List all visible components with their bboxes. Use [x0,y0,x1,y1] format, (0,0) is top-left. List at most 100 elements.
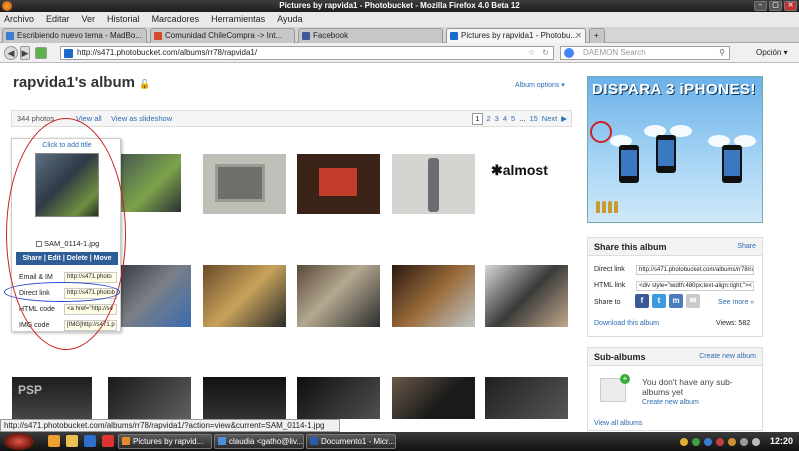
forward-button[interactable]: ▶ [20,46,30,60]
share-link[interactable]: Share [737,238,756,256]
facebook-icon [302,32,310,40]
tab-madboxpc[interactable]: Escribiendo nuevo tema - MadBo... [2,28,147,43]
next-page-link[interactable]: Next [542,111,557,126]
photo-thumbnail-psp-back[interactable] [485,377,568,419]
taskbar-item-firefox[interactable]: Pictures by rapvid... [118,434,212,449]
create-album-link[interactable]: Create new album [699,348,756,366]
page-link[interactable]: 5 [511,111,515,126]
close-button[interactable]: ✕ [784,1,797,11]
menu-historial[interactable]: Historial [107,12,140,27]
photo-thumbnail-tv-red-screen[interactable] [297,154,380,214]
subalbums-box: Sub-albums Create new album + You don't … [587,347,763,431]
photo-thumbnail-crt-monitor[interactable] [203,154,286,214]
network-icon[interactable] [740,438,748,446]
reload-icon[interactable]: ↻ [542,47,549,59]
share-to-label: Share to [594,299,621,306]
myspace-share-icon[interactable]: m [669,294,683,308]
photo-thumbnail-psp-screen[interactable] [297,377,380,419]
subalbums-heading: Sub-albums Create new album [588,348,762,366]
create-new-album-link[interactable]: Create new album [642,399,699,406]
menu-archivo[interactable]: Archivo [4,12,34,27]
bookmark-star-icon[interactable]: ☆ [528,47,535,59]
twitter-share-icon[interactable]: t [652,294,666,308]
lock-icon[interactable]: 🔓 [139,79,150,89]
page-link[interactable]: 2 [487,111,491,126]
bullet-icon [602,201,606,213]
advertisement-banner[interactable]: DISPARA 3 iPHONES! [587,76,763,223]
photobucket-icon [450,32,458,40]
signal-icon[interactable] [35,47,47,59]
taskbar-item-label: Pictures by rapvid... [133,437,204,446]
photo-thumbnail-remote-control[interactable] [392,154,475,214]
options-menu-button[interactable]: Opción ▾ [756,46,788,60]
firefox-icon [122,437,130,445]
ie-quicklaunch-icon[interactable] [84,435,96,447]
see-more-link[interactable]: See more » [718,299,754,306]
direct-link-field[interactable]: http://s471.photobucket.com/albums/rr78/… [636,265,754,275]
tray-icon[interactable] [692,438,700,446]
url-text: http://s471.photobucket.com/albums/rr78/… [77,48,258,57]
media-quicklaunch-icon[interactable] [102,435,114,447]
start-button[interactable] [4,433,34,450]
download-album-link[interactable]: Download this album [594,320,659,327]
tray-icon[interactable] [704,438,712,446]
back-button[interactable]: ◀ [4,46,18,60]
photo-thumbnail-psp-table[interactable] [392,377,475,419]
album-title: rapvida1's album 🔓 [13,74,150,91]
firefox-quicklaunch-icon[interactable] [48,435,60,447]
photo-thumbnail-pc-internals[interactable] [297,265,380,327]
tab-chilecompra[interactable]: Comunidad ChileCompra -> Int... [150,28,295,43]
photo-thumbnail-psp-black[interactable] [108,377,191,419]
page-current[interactable]: 1 [472,112,483,125]
page-link[interactable]: 4 [503,111,507,126]
tray-icon[interactable] [728,438,736,446]
share-album-heading: Share this album Share [588,238,762,256]
minimize-button[interactable]: – [754,1,767,11]
photo-thumbnail-hand-device[interactable] [485,265,568,327]
search-engine-icon[interactable] [564,48,574,58]
red-annotation-ellipse [6,118,126,350]
volume-icon[interactable] [752,438,760,446]
search-input[interactable]: DAEMON Search ⚲ [560,46,730,60]
taskbar-clock[interactable]: 12:20 [770,436,793,446]
empty-album-icon: + [600,374,630,402]
view-all-albums-link[interactable]: View all albums [594,420,643,427]
photo-thumbnail-psp-front[interactable] [203,377,286,419]
maximize-button[interactable]: ▢ [769,1,782,11]
explorer-quicklaunch-icon[interactable] [66,435,78,447]
tray-icon[interactable] [680,438,688,446]
next-arrow-icon[interactable]: ▶ [561,111,567,126]
tab-facebook[interactable]: Facebook [298,28,443,43]
menu-ayuda[interactable]: Ayuda [277,12,302,27]
view-slideshow-link[interactable]: View as slideshow [111,111,172,126]
views-count: Views: 582 [716,320,751,327]
photo-thumbnail-motherboard[interactable] [203,265,286,327]
menu-ver[interactable]: Ver [82,12,96,27]
search-placeholder: DAEMON Search [583,48,646,57]
tab-photobucket[interactable]: Pictures by rapvida1 - Photobu... ✕ [446,28,586,43]
menu-marcadores[interactable]: Marcadores [152,12,200,27]
page-link[interactable]: 3 [495,111,499,126]
taskbar-item-word[interactable]: Documento1 - Micr... [306,434,396,449]
new-tab-button[interactable]: + [589,28,605,43]
photo-thumbnail-psp-case[interactable]: PSP [12,377,92,419]
taskbar-item-messenger[interactable]: claudia <gatho@liv... [214,434,304,449]
html-link-field[interactable]: <div style="width:480px;text-align:right… [636,281,754,291]
menu-editar[interactable]: Editar [46,12,70,27]
search-icon[interactable]: ⚲ [719,47,725,59]
album-options-button[interactable]: Album options ▾ [515,81,565,89]
page-ellipsis: ... [519,114,526,123]
close-tab-icon[interactable]: ✕ [575,29,582,42]
page-link[interactable]: 15 [529,111,537,126]
facebook-share-icon[interactable]: f [635,294,649,308]
email-share-icon[interactable]: ✉ [686,294,700,308]
window-title-bar: Pictures by rapvida1 - Photobucket - Moz… [0,0,799,12]
crosshair-icon [590,121,612,143]
photo-thumbnail-pc-case[interactable] [392,265,475,327]
url-bar[interactable]: http://s471.photobucket.com/albums/rr78/… [60,46,554,60]
photo-thumbnail-almost-logo[interactable]: ✱almost [485,154,568,214]
tray-icon[interactable] [716,438,724,446]
menu-herramientas[interactable]: Herramientas [211,12,265,27]
tab-label: Facebook [313,31,349,40]
chilecompra-icon [154,32,162,40]
